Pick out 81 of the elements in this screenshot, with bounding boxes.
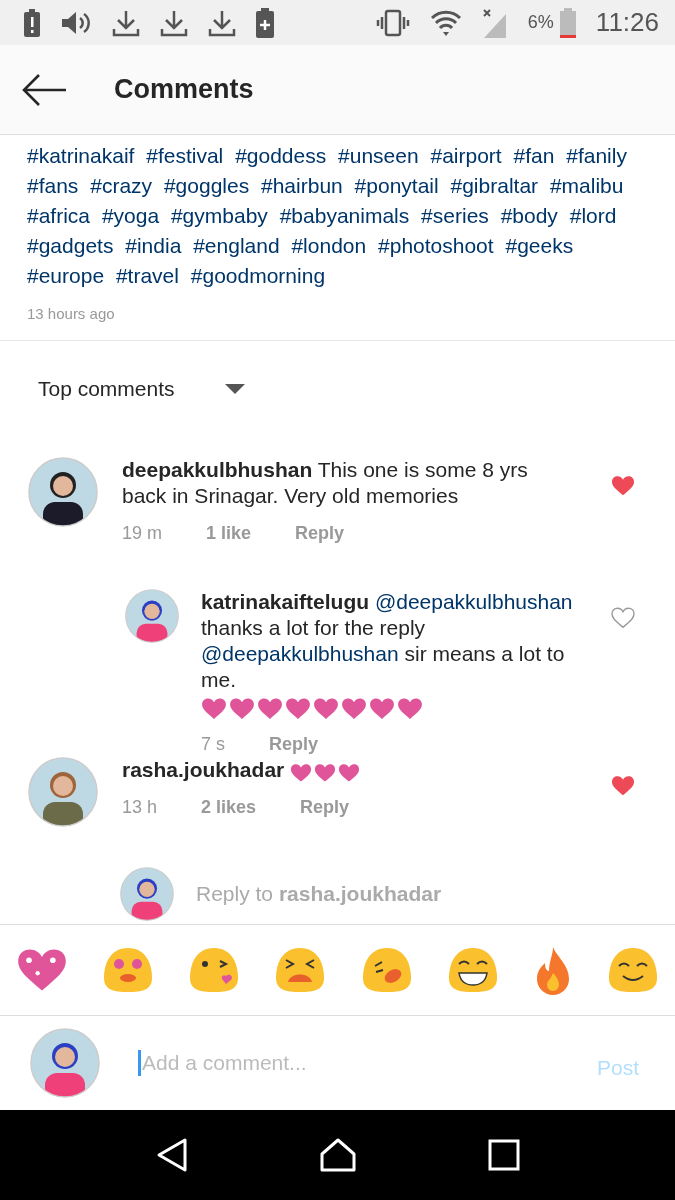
avatar[interactable] bbox=[120, 867, 174, 921]
avatar[interactable] bbox=[125, 589, 179, 643]
crying-face-icon bbox=[274, 946, 327, 994]
hashtag-link[interactable]: #africa bbox=[27, 204, 91, 227]
hashtag-link[interactable]: #geeks bbox=[505, 234, 574, 257]
back-icon[interactable] bbox=[155, 1137, 190, 1173]
hashtag-link[interactable]: #goodmorning bbox=[190, 264, 326, 287]
like-button[interactable] bbox=[611, 607, 635, 629]
hashtag-link[interactable]: #ponytail bbox=[354, 174, 439, 197]
laughing-emoji[interactable] bbox=[360, 946, 413, 994]
hashtag-link[interactable]: #goggles bbox=[163, 174, 250, 197]
hashtag-link[interactable]: #hairbun bbox=[261, 174, 343, 197]
battery-alert-icon bbox=[24, 8, 40, 37]
hashtag-link[interactable]: #gymbaby bbox=[170, 204, 268, 227]
hashtag-link[interactable]: #goddess bbox=[235, 144, 327, 167]
battery-icon bbox=[559, 7, 576, 38]
like-button[interactable] bbox=[611, 475, 635, 497]
hashtag-link[interactable]: #malibu bbox=[549, 174, 624, 197]
hashtag-link[interactable]: #gadgets bbox=[27, 234, 114, 257]
kissing-emoji[interactable] bbox=[188, 946, 241, 994]
hashtag-link[interactable]: #series bbox=[421, 204, 489, 227]
hashtag-link[interactable]: #photoshoot bbox=[378, 234, 494, 257]
hashtag-link[interactable]: #fans bbox=[27, 174, 79, 197]
comment-time: 19 m bbox=[122, 523, 163, 544]
sort-dropdown[interactable]: Top comments bbox=[38, 377, 175, 401]
hashtag-link[interactable]: #crazy bbox=[90, 174, 153, 197]
hashtag-link[interactable]: #fanily bbox=[566, 144, 627, 167]
mention-link[interactable]: @deepakkulbhushan bbox=[201, 642, 399, 665]
smiling-face-icon bbox=[607, 946, 659, 994]
hashtag-link[interactable]: #body bbox=[500, 204, 558, 227]
dropdown-caret-icon[interactable] bbox=[224, 384, 245, 394]
vibrate-icon bbox=[375, 8, 410, 37]
comment-text: rasha.joukhadar bbox=[122, 757, 285, 783]
hashtag-link[interactable]: #festival bbox=[146, 144, 224, 167]
comment-time: 13 h bbox=[122, 797, 158, 818]
grinning-emoji[interactable] bbox=[446, 946, 499, 994]
hashtag-link[interactable]: #europe bbox=[27, 264, 105, 287]
page-title: Comments bbox=[114, 74, 254, 105]
timestamp: 13 hours ago bbox=[27, 305, 116, 322]
hashtag-link[interactable]: #travel bbox=[115, 264, 179, 287]
download-icon bbox=[160, 8, 188, 37]
home-icon[interactable] bbox=[319, 1137, 358, 1173]
hashtag-link[interactable]: #lord bbox=[569, 204, 617, 227]
laughing-face-icon bbox=[360, 946, 413, 994]
grinning-face-icon bbox=[446, 946, 499, 994]
comment-time: 7 s bbox=[201, 734, 225, 756]
heart-icon bbox=[314, 763, 337, 783]
heart-icon bbox=[290, 763, 313, 783]
hashtag-link[interactable]: #babyanimals bbox=[279, 204, 410, 227]
like-button[interactable] bbox=[611, 775, 635, 797]
heart-filled-icon bbox=[611, 775, 635, 797]
hashtag-link[interactable]: #england bbox=[193, 234, 280, 257]
clock: 11:26 bbox=[595, 7, 659, 38]
heart-filled-icon bbox=[611, 475, 635, 497]
comment-text: katrinakaiftelugu @deepakkulbhushan thanks a lot for the reply @deepakkulbhushan sir means a lot to me. bbox=[201, 589, 574, 693]
download-icon bbox=[112, 8, 140, 37]
download-icon bbox=[208, 8, 236, 37]
hashtag-link[interactable]: #london bbox=[291, 234, 367, 257]
hashtag-link[interactable]: #gibraltar bbox=[450, 174, 539, 197]
heart-outline-icon bbox=[611, 607, 635, 629]
battery-percent: 6% bbox=[527, 12, 554, 33]
recents-icon[interactable] bbox=[487, 1139, 520, 1171]
hashtag-link[interactable]: #katrinakaif bbox=[27, 144, 135, 167]
hashtag-link[interactable]: #fan bbox=[513, 144, 555, 167]
hashtag-link[interactable]: #unseen bbox=[338, 144, 419, 167]
wifi-icon bbox=[429, 9, 462, 36]
comment-text: deepakkulbhushan This one is some 8 yrs back in Srinagar. Very old memories bbox=[122, 457, 529, 509]
sparkling-heart-emoji[interactable] bbox=[16, 947, 68, 993]
heart-icon bbox=[338, 763, 361, 783]
battery-charging-icon bbox=[256, 7, 274, 38]
hashtag-link[interactable]: #airport bbox=[430, 144, 502, 167]
mention-link[interactable]: @deepakkulbhushan bbox=[374, 590, 573, 613]
back-arrow-icon[interactable] bbox=[22, 72, 68, 107]
volume-icon bbox=[60, 9, 92, 36]
reply-to-text: Reply to rasha.joukhadar bbox=[196, 882, 442, 906]
hashtag-link[interactable]: #india bbox=[125, 234, 182, 257]
kissing-face-icon bbox=[188, 946, 241, 994]
smiling-emoji[interactable] bbox=[607, 946, 659, 994]
crying-emoji[interactable] bbox=[274, 946, 327, 994]
signal-icon bbox=[481, 7, 508, 38]
hashtag-link[interactable]: #yoga bbox=[101, 204, 160, 227]
